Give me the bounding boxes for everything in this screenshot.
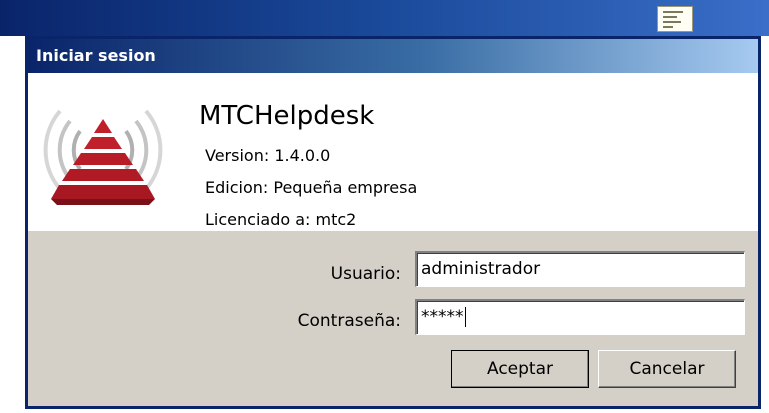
signal-pyramid-logo-icon: [43, 109, 163, 205]
username-label: Usuario:: [330, 264, 401, 284]
username-value: administrador: [421, 259, 541, 279]
text-caret: [464, 307, 466, 327]
desktop-background: [0, 0, 769, 36]
login-dialog: Iniciar sesion MTCHelpdesk Version: 1.4.…: [25, 36, 761, 409]
version-text: Version: 1.4.0.0: [205, 146, 331, 165]
accept-button[interactable]: Aceptar: [451, 350, 589, 388]
edition-text: Edicion: Pequeña empresa: [205, 178, 418, 197]
notepad-icon[interactable]: [657, 6, 693, 32]
window-title: Iniciar sesion: [36, 46, 156, 65]
title-bar[interactable]: Iniciar sesion: [28, 39, 758, 73]
license-text: Licenciado a: mtc2: [205, 210, 357, 229]
password-input[interactable]: *****: [415, 299, 745, 335]
username-input[interactable]: administrador: [415, 251, 745, 287]
cancel-button[interactable]: Cancelar: [598, 350, 736, 388]
app-banner: MTCHelpdesk Version: 1.4.0.0 Edicion: Pe…: [28, 73, 758, 231]
app-name: MTCHelpdesk: [199, 101, 375, 131]
password-label: Contraseña:: [297, 311, 401, 331]
password-value: *****: [421, 307, 464, 327]
